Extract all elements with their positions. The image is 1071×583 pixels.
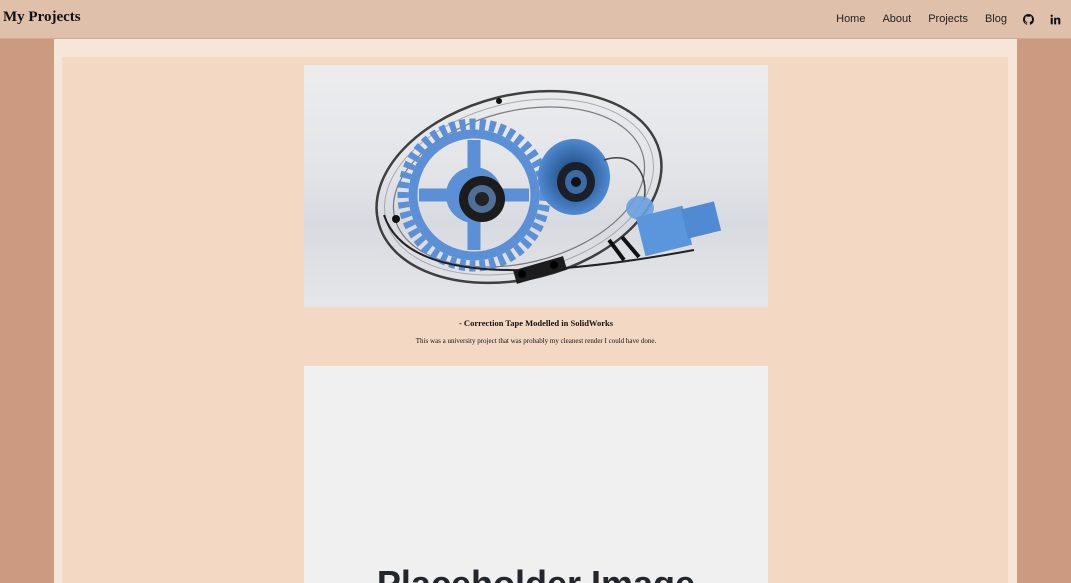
- site-brand[interactable]: My Projects: [3, 9, 81, 26]
- project-description: This was a university project that was p…: [415, 337, 657, 345]
- project-card: - Correction Tape Modelled in SolidWorks…: [304, 65, 768, 345]
- project-title: - Correction Tape Modelled in SolidWorks: [458, 318, 614, 328]
- nav-home-link[interactable]: Home: [836, 13, 865, 25]
- placeholder-image[interactable]: Placeholder Image: [304, 366, 768, 583]
- nav-links: Home About Projects Blog: [819, 0, 1061, 38]
- nav-about-link[interactable]: About: [882, 13, 911, 25]
- navbar: My Projects Home About Projects Blog: [0, 0, 1071, 39]
- placeholder-label: Placeholder Image: [304, 563, 768, 583]
- github-icon[interactable]: [1023, 13, 1034, 25]
- project-image[interactable]: [304, 65, 768, 307]
- nav-blog-link[interactable]: Blog: [985, 13, 1007, 25]
- nav-projects-link[interactable]: Projects: [928, 13, 968, 25]
- linkedin-icon[interactable]: [1050, 14, 1061, 25]
